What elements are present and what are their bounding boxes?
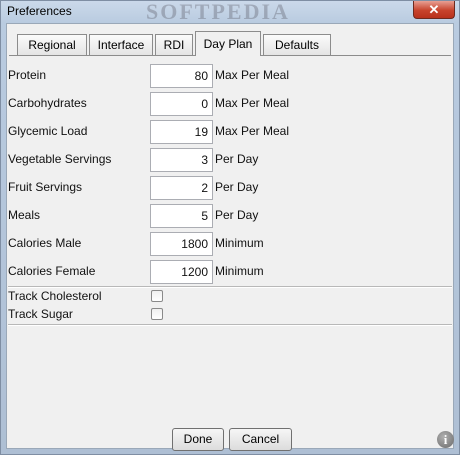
tab-label: RDI bbox=[163, 38, 185, 52]
field-label: Meals bbox=[8, 208, 41, 222]
close-button[interactable]: ✕ bbox=[413, 1, 455, 19]
field-row-vegetable-servings: Vegetable Servings 3 Per Day bbox=[7, 148, 453, 172]
vegetable-servings-field[interactable]: 3 bbox=[150, 148, 213, 172]
preferences-window: Preferences SOFTPEDIA ✕ Regional Interfa… bbox=[0, 0, 460, 455]
done-button[interactable]: Done bbox=[172, 428, 224, 451]
field-row-carbohydrates: Carbohydrates 0 Max Per Meal bbox=[7, 92, 453, 116]
close-icon: ✕ bbox=[428, 2, 440, 17]
field-unit: Per Day bbox=[215, 152, 259, 166]
field-label: Vegetable Servings bbox=[8, 152, 112, 166]
tab-day-plan[interactable]: Day Plan bbox=[195, 31, 261, 56]
field-unit: Max Per Meal bbox=[215, 96, 290, 110]
tab-label: Interface bbox=[97, 38, 145, 52]
tab-defaults[interactable]: Defaults bbox=[263, 34, 331, 56]
check-row-track-cholesterol: Track Cholesterol bbox=[7, 289, 453, 305]
field-unit: Minimum bbox=[215, 264, 264, 278]
divider bbox=[8, 324, 452, 326]
field-row-calories-female: Calories Female 1200 Minimum bbox=[7, 260, 453, 284]
field-unit: Per Day bbox=[215, 180, 259, 194]
tab-rdi[interactable]: RDI bbox=[155, 34, 193, 56]
protein-field[interactable]: 80 bbox=[150, 64, 213, 88]
tab-interface[interactable]: Interface bbox=[89, 34, 153, 56]
divider bbox=[8, 286, 452, 288]
field-label: Fruit Servings bbox=[8, 180, 83, 194]
carbohydrates-field[interactable]: 0 bbox=[150, 92, 213, 116]
field-unit: Per Day bbox=[215, 208, 259, 222]
checkbox-label: Track Cholesterol bbox=[8, 289, 102, 303]
calories-female-field[interactable]: 1200 bbox=[150, 260, 213, 284]
track-sugar-checkbox[interactable] bbox=[151, 308, 163, 320]
field-row-protein: Protein 80 Max Per Meal bbox=[7, 64, 453, 88]
fruit-servings-field[interactable]: 2 bbox=[150, 176, 213, 200]
field-label: Glycemic Load bbox=[8, 124, 88, 138]
field-unit: Max Per Meal bbox=[215, 124, 290, 138]
glycemic-load-field[interactable]: 19 bbox=[150, 120, 213, 144]
tab-label: Regional bbox=[28, 38, 76, 52]
tab-label: Day Plan bbox=[203, 37, 253, 51]
field-label: Protein bbox=[8, 68, 47, 82]
field-row-meals: Meals 5 Per Day bbox=[7, 204, 453, 228]
check-row-track-sugar: Track Sugar bbox=[7, 307, 453, 323]
field-row-calories-male: Calories Male 1800 Minimum bbox=[7, 232, 453, 256]
checkbox-label: Track Sugar bbox=[8, 307, 73, 321]
field-row-glycemic-load: Glycemic Load 19 Max Per Meal bbox=[7, 120, 453, 144]
field-unit: Minimum bbox=[215, 236, 264, 250]
field-label: Carbohydrates bbox=[8, 96, 87, 110]
track-cholesterol-checkbox[interactable] bbox=[151, 290, 163, 302]
calories-male-field[interactable]: 1800 bbox=[150, 232, 213, 256]
cancel-button[interactable]: Cancel bbox=[229, 428, 292, 451]
tab-label: Defaults bbox=[274, 38, 320, 52]
field-unit: Max Per Meal bbox=[215, 68, 290, 82]
field-row-fruit-servings: Fruit Servings 2 Per Day bbox=[7, 176, 453, 200]
title-bar[interactable]: Preferences SOFTPEDIA ✕ bbox=[1, 0, 459, 24]
field-label: Calories Female bbox=[8, 264, 96, 278]
watermark: SOFTPEDIA bbox=[146, 0, 290, 24]
field-label: Calories Male bbox=[8, 236, 82, 250]
info-icon[interactable]: i bbox=[437, 431, 454, 448]
dialog-body: Regional Interface RDI Day Plan Defaults… bbox=[6, 23, 454, 451]
window-title: Preferences bbox=[7, 4, 72, 18]
tab-regional[interactable]: Regional bbox=[17, 34, 87, 56]
meals-field[interactable]: 5 bbox=[150, 204, 213, 228]
